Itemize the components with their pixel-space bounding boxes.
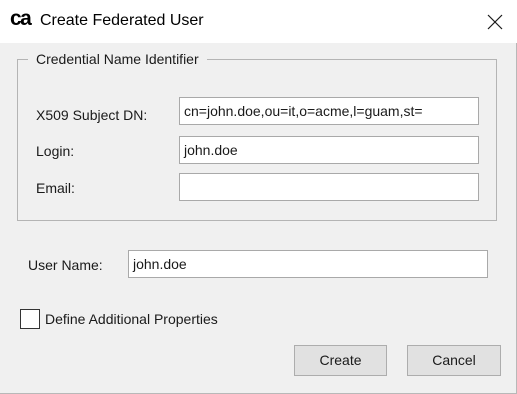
create-button[interactable]: Create bbox=[294, 345, 387, 376]
user-name-label: User Name: bbox=[28, 257, 103, 273]
x509-subject-dn-label: X509 Subject DN: bbox=[36, 107, 148, 123]
close-icon bbox=[487, 14, 502, 29]
create-federated-user-dialog: ca Create Federated User Credential Name… bbox=[0, 0, 517, 394]
user-name-field[interactable]: john.doe bbox=[128, 250, 488, 278]
cancel-button[interactable]: Cancel bbox=[407, 345, 501, 376]
login-field[interactable]: john.doe bbox=[179, 136, 479, 164]
email-field[interactable] bbox=[179, 173, 479, 201]
define-additional-properties-label[interactable]: Define Additional Properties bbox=[45, 310, 218, 328]
define-additional-properties-checkbox[interactable] bbox=[20, 309, 40, 329]
close-button[interactable] bbox=[472, 0, 517, 43]
login-label: Login: bbox=[36, 143, 75, 159]
window-title: Create Federated User bbox=[40, 12, 204, 29]
group-legend: Credential Name Identifier bbox=[28, 50, 207, 68]
email-label: Email: bbox=[36, 180, 75, 196]
app-logo: ca bbox=[10, 7, 32, 30]
x509-subject-dn-field[interactable]: cn=john.doe,ou=it,o=acme,l=guam,st= bbox=[179, 97, 479, 125]
title-bar: ca Create Federated User bbox=[0, 0, 517, 43]
